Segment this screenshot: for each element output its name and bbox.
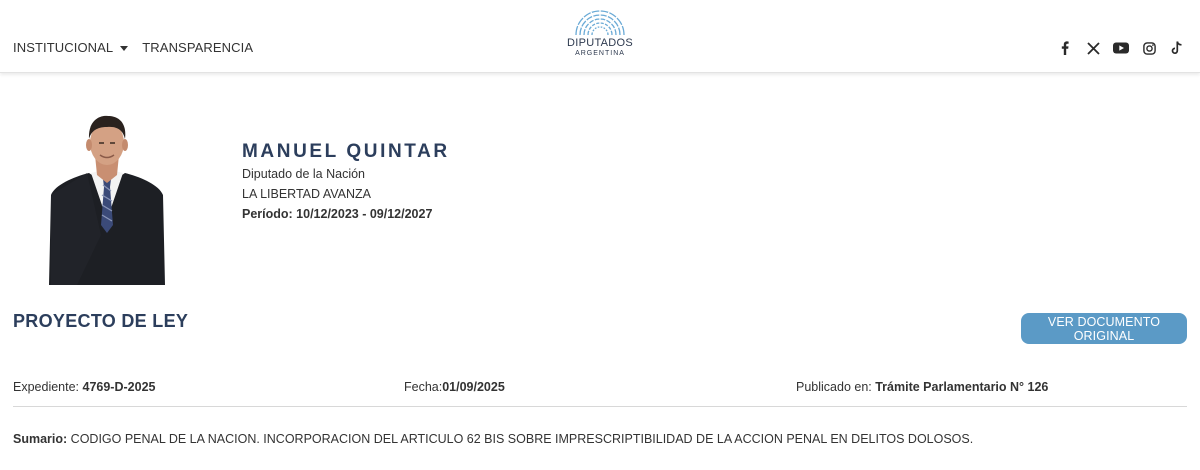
expediente-label: Expediente: (13, 380, 83, 394)
deputy-name: MANUEL QUINTAR (242, 141, 450, 162)
fecha-label: Fecha: (404, 380, 443, 394)
expediente-field: Expediente: 4769-D-2025 (13, 380, 155, 394)
publicado-field: Publicado en: Trámite Parlamentario N° 1… (796, 380, 1048, 394)
top-navbar: INSTITUCIONAL TRANSPARENCIA DIPUTADOS AR… (0, 0, 1200, 73)
view-original-document-button[interactable]: VER DOCUMENTO ORIGINAL (1021, 313, 1187, 344)
social-links (1046, 40, 1186, 56)
deputy-party: LA LIBERTAD AVANZA (242, 187, 371, 201)
nav-item-label: TRANSPARENCIA (142, 40, 254, 55)
nav-item-institucional[interactable]: INSTITUCIONAL (13, 40, 129, 55)
fecha-field: Fecha:01/09/2025 (404, 380, 505, 394)
publicado-label: Publicado en: (796, 380, 876, 394)
sumario-field: Sumario: CODIGO PENAL DE LA NACION. INCO… (13, 432, 973, 446)
deputy-role: Diputado de la Nación (242, 167, 365, 181)
divider (13, 406, 1187, 407)
caret-down-icon (120, 45, 129, 51)
x-icon[interactable] (1084, 40, 1102, 56)
nav-item-transparencia[interactable]: TRANSPARENCIA (142, 40, 253, 55)
tiktok-icon[interactable] (1168, 40, 1186, 56)
main-nav: INSTITUCIONAL TRANSPARENCIA (13, 40, 253, 55)
expediente-value: 4769-D-2025 (82, 380, 156, 394)
sumario-label: Sumario: (13, 432, 68, 446)
logo-subtitle: ARGENTINA (575, 50, 625, 57)
instagram-icon[interactable] (1140, 40, 1158, 56)
congress-dome-icon (575, 10, 625, 36)
nav-item-label: INSTITUCIONAL (13, 40, 114, 55)
logo-name: DIPUTADOS (566, 37, 634, 49)
publicado-value: Trámite Parlamentario N° 126 (875, 380, 1049, 394)
deputy-photo (47, 115, 167, 285)
project-type-heading: PROYECTO DE LEY (13, 311, 189, 331)
deputy-period: Período: 10/12/2023 - 09/12/2027 (242, 207, 433, 221)
diputados-logo[interactable]: DIPUTADOS ARGENTINA (563, 8, 637, 64)
youtube-icon[interactable] (1112, 40, 1130, 56)
facebook-icon[interactable] (1056, 40, 1074, 56)
deputy-profile: MANUEL QUINTAR Diputado de la Nación LA … (242, 140, 450, 224)
sumario-value: CODIGO PENAL DE LA NACION. INCORPORACION… (67, 432, 974, 446)
fecha-value: 01/09/2025 (442, 380, 505, 394)
